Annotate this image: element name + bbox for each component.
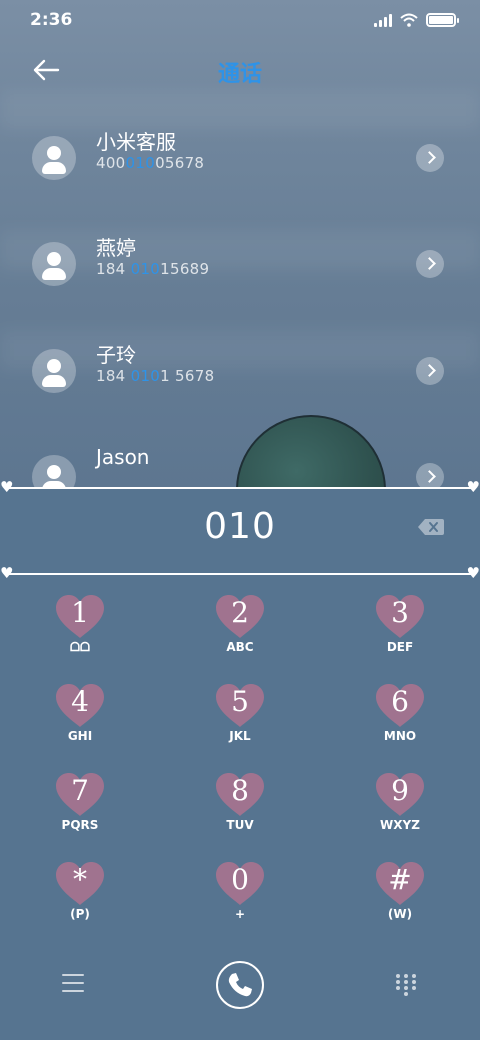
divider-line: ♥ ♥ [0,480,480,495]
dial-key[interactable]: 8 TUV [190,772,290,844]
chevron-right-icon[interactable] [416,357,444,385]
call-button[interactable] [216,961,264,1009]
dial-key[interactable]: 2 ABC [190,594,290,666]
dial-key-digit: 3 [391,596,409,629]
dial-key-letters: (P) [70,907,90,921]
contact-number: 184 0101 5678 [96,367,215,385]
person-icon [32,349,76,393]
dialpad-icon[interactable] [396,974,416,998]
signal-icon [374,13,392,27]
contact-name: 子玲 [96,343,136,367]
divider-line: ♥ ♥ [0,566,480,581]
chevron-right-icon[interactable] [416,144,444,172]
contact-number: 184 01015689 [96,260,210,278]
dial-key-letters: TUV [226,818,254,832]
dial-key-digit: 8 [231,774,249,807]
person-icon [32,136,76,180]
dial-key-letters: ᗝᗝ [70,640,90,654]
battery-icon [426,13,459,27]
dial-key[interactable]: 4 GHI [30,683,130,755]
dial-key-letters: JKL [229,729,251,743]
dial-key-digit: * [73,863,87,896]
dial-key[interactable]: 9 WXYZ [350,772,450,844]
contact-name: Jason [96,445,150,469]
dial-key-digit: 2 [231,596,249,629]
dial-key[interactable]: 1 ᗝᗝ [30,594,130,666]
dial-key-letters: (W) [387,907,413,921]
dial-key-digit: 5 [231,685,249,718]
header: 通话 [0,48,480,92]
dial-key-digit: 7 [71,774,89,807]
dial-key[interactable]: 6 MNO [350,683,450,755]
bottom-bar [0,950,480,1030]
dial-key-letters: + [234,907,246,921]
dial-key-digit: # [388,863,412,896]
contact-name: 小米客服 [96,130,176,154]
heart-icon: ♥ [466,564,480,582]
dial-key-digit: 4 [71,685,89,718]
page-title: 通话 [217,62,262,87]
contact-item[interactable]: 燕婷 184 01015689 [0,236,480,332]
status-bar: 2:36 [0,0,480,40]
dial-key-digit: 9 [391,774,409,807]
dial-input-display[interactable]: 010 [0,506,480,547]
contact-number: 40001005678 [96,154,205,172]
dial-key-letters: WXYZ [380,818,420,832]
backspace-icon[interactable] [418,519,444,535]
dial-key[interactable]: 0 + [190,861,290,933]
status-time: 2:36 [30,10,73,30]
dial-key-digit: 1 [71,596,89,629]
dial-key[interactable]: * (P) [30,861,130,933]
dial-key-digit: 6 [391,685,409,718]
person-icon [32,242,76,286]
status-icons [374,10,459,30]
heart-icon: ♥ [0,564,14,582]
dial-key-letters: PQRS [61,818,99,832]
heart-icon: ♥ [0,478,14,496]
dial-key-letters: MNO [383,729,417,743]
contact-item[interactable]: 子玲 184 0101 5678 [0,343,480,439]
hamburger-icon[interactable] [62,974,84,992]
contact-name: 燕婷 [96,236,136,260]
dial-key[interactable]: 3 DEF [350,594,450,666]
phone-icon [228,973,252,997]
wallpaper-streak [0,90,480,130]
dial-key[interactable]: # (W) [350,861,450,933]
heart-icon: ♥ [466,478,480,496]
contact-item[interactable]: 小米客服 40001005678 [0,130,480,226]
dial-key[interactable]: 5 JKL [190,683,290,755]
dial-key-digit: 0 [231,863,249,896]
dial-key-letters: GHI [67,729,93,743]
dial-key-letters: DEF [386,640,414,654]
dial-key[interactable]: 7 PQRS [30,772,130,844]
dial-key-letters: ABC [226,640,254,654]
chevron-right-icon[interactable] [416,250,444,278]
wifi-icon [400,13,418,27]
